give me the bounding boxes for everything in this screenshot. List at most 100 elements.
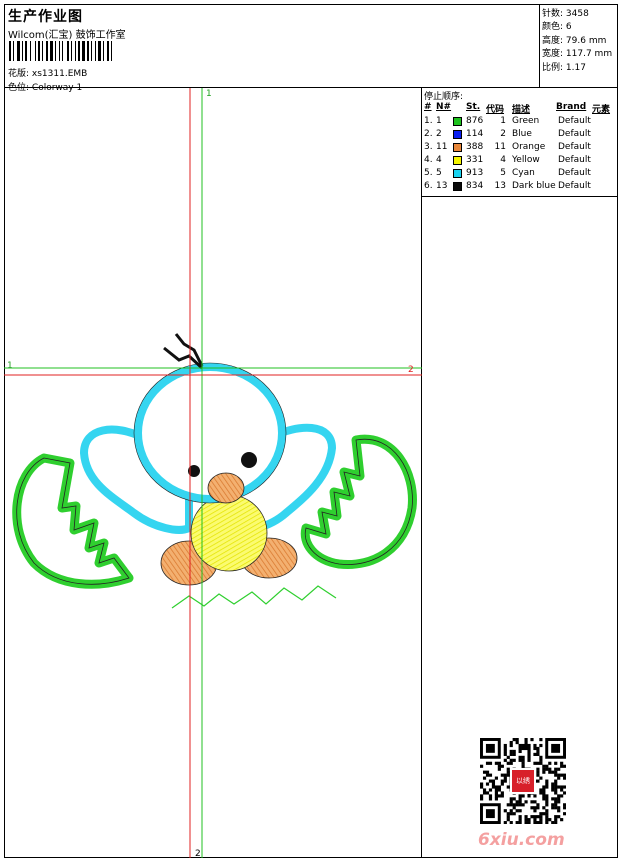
barcode [9,41,135,61]
red-seal-logo: 以绣 [510,768,536,794]
needle-number: 2 [436,129,442,139]
barcode-bar [22,41,23,61]
design-canvas: 1 2 1 2 [4,88,422,859]
needle-number: 5 [436,168,442,178]
page-title: 生产作业图 [8,9,83,25]
barcode-bar [30,41,31,61]
needle-number: 4 [436,155,442,165]
stitch-count: 876 [466,116,484,126]
stitch-count: 834 [466,181,484,191]
guide-label-right: 2 [408,365,414,375]
color-swatch [453,117,462,126]
embroidery-preview: 1 2 1 2 [4,88,422,859]
col-header-desc: 描述 [512,105,531,115]
barcode-bar [78,41,80,61]
barcode-bar [67,41,69,61]
thread-code: 2 [500,129,506,139]
col-header-st: St. [466,102,481,112]
row-number: 6. [424,181,433,191]
height-value: 高度: 79.6 mm [542,36,607,46]
barcode-bar [13,41,14,61]
barcode-bar [111,41,112,61]
barcode-bar [87,41,89,61]
barcode-bar [62,41,63,61]
barcode-bar [50,41,53,61]
stitch-count: 388 [466,142,484,152]
design-file: xs1311.EMB [31,69,88,79]
thread-brand: Default [558,129,591,139]
barcode-bar [82,41,85,61]
color-swatch [453,130,462,139]
row-number: 3. [424,142,433,152]
col-header-element: 元素 [592,105,611,115]
design-name: 花版: xs1311.EMB [8,69,88,79]
needle-number: 13 [436,181,448,191]
thread-code: 4 [500,155,506,165]
color-swatch [453,182,462,191]
thread-description: Green [512,116,540,126]
header-info: 生产作业图 Wilcom(汇宝) 鼓饰工作室 花版: xs1311.EMB 色位… [4,4,540,93]
stop-row: 2. 2 114 2 Blue Default [422,129,618,142]
stop-row: 1. 1 876 1 Green Default [422,116,618,129]
thread-brand: Default [558,168,591,178]
col-header-num: # [424,102,432,112]
thread-code: 1 [500,116,506,126]
color-swatch [453,143,462,152]
watermark-logo: 6xiu.com [478,830,565,850]
barcode-bar [107,41,109,61]
col-header-n: N# [436,102,452,112]
thread-brand: Default [558,116,591,126]
needle-number: 11 [436,142,448,152]
panel-divider [422,196,618,197]
barcode-bar [17,41,20,61]
col-header-code: 代码 [486,105,505,115]
stitch-count: 913 [466,168,484,178]
barcode-bar [55,41,56,61]
barcode-bar [95,41,96,61]
width-value: 宽度: 117.7 mm [542,49,613,59]
barcode-bar [46,41,48,61]
beak [207,472,245,504]
stop-row: 6. 13 834 13 Dark blue Default [422,181,618,194]
barcode-bar [38,41,40,61]
row-number: 5. [424,168,433,178]
color-swatch [453,156,462,165]
thread-code: 11 [494,142,506,152]
thread-brand: Default [558,181,591,191]
barcode-bar [98,41,101,61]
needle-number: 1 [436,116,442,126]
color-swatch [453,169,462,178]
guide-label-left: 1 [7,361,13,371]
stitch-count: 331 [466,155,484,165]
stitch-count: 针数: 3458 [542,9,589,19]
row-number: 2. [424,129,433,139]
barcode-bar [91,41,92,61]
barcode-bar [59,41,60,61]
barcode-bar [9,41,11,61]
thread-description: Yellow [512,155,540,165]
thread-code: 13 [494,181,506,191]
barcode-bar [71,41,72,61]
thread-description: Dark blue [512,181,556,191]
stitch-count: 114 [466,129,484,139]
stop-row: 3. 11 388 11 Orange Default [422,142,618,155]
barcode-bar [75,41,76,61]
chick-head [134,363,286,503]
row-number: 1. [424,116,433,126]
col-header-brand: Brand [556,102,587,112]
barcode-bar [42,41,43,61]
thread-description: Blue [512,129,532,139]
right-eye [241,452,257,468]
color-count: 颜色: 6 [542,22,572,32]
stop-row: 5. 5 913 5 Cyan Default [422,168,618,181]
scale-value: 比例: 1.17 [542,63,586,73]
row-number: 4. [424,155,433,165]
company-name: Wilcom(汇宝) 鼓饰工作室 [8,30,126,41]
grass-line [171,585,337,609]
barcode-bar [25,41,27,61]
design-stats: 针数: 3458 颜色: 6 高度: 79.6 mm 宽度: 117.7 mm … [540,4,618,88]
thread-description: Cyan [512,168,535,178]
barcode-bar [103,41,104,61]
stop-row: 4. 4 331 4 Yellow Default [422,155,618,168]
thread-code: 5 [500,168,506,178]
